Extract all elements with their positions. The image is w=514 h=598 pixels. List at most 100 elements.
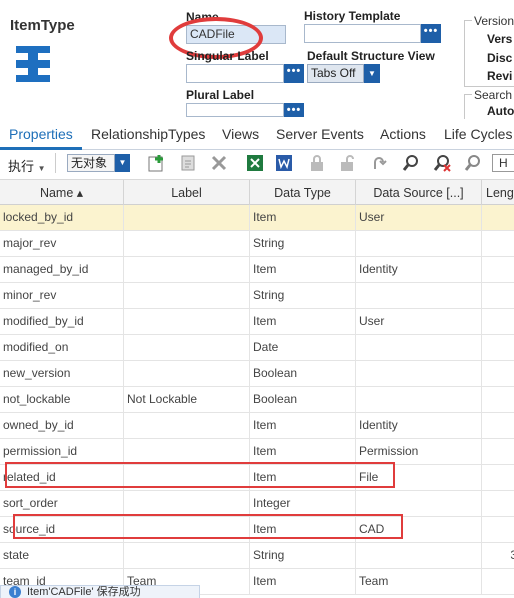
- tab-relationship-types[interactable]: RelationshipTypes: [91, 119, 205, 150]
- history-template-ellipsis-button[interactable]: •••: [421, 24, 441, 43]
- table-row[interactable]: owned_by_id Item Identity: [0, 413, 514, 439]
- add-icon[interactable]: [147, 153, 167, 173]
- cell-name[interactable]: locked_by_id: [0, 205, 124, 231]
- cell-data-source[interactable]: [356, 231, 482, 257]
- column-header-label[interactable]: Label: [124, 180, 250, 206]
- table-row[interactable]: major_rev String: [0, 231, 514, 257]
- cell-data-source[interactable]: [356, 543, 482, 569]
- cell-data-type[interactable]: Boolean: [250, 387, 356, 413]
- cell-length[interactable]: [482, 387, 514, 413]
- tab-server-events[interactable]: Server Events: [276, 119, 364, 150]
- table-row[interactable]: minor_rev String: [0, 283, 514, 309]
- cell-data-type[interactable]: String: [250, 543, 356, 569]
- tab-views[interactable]: Views: [222, 119, 259, 150]
- table-row[interactable]: modified_by_id Item User: [0, 309, 514, 335]
- cell-data-type[interactable]: Item: [250, 569, 356, 595]
- cell-data-type[interactable]: String: [250, 231, 356, 257]
- cell-name[interactable]: managed_by_id: [0, 257, 124, 283]
- cell-name[interactable]: modified_on: [0, 335, 124, 361]
- cell-label[interactable]: [124, 361, 250, 387]
- cell-data-source[interactable]: [356, 335, 482, 361]
- cell-label[interactable]: [124, 231, 250, 257]
- singular-label-field[interactable]: [186, 64, 284, 83]
- cell-data-source[interactable]: Identity: [356, 257, 482, 283]
- cell-name[interactable]: modified_by_id: [0, 309, 124, 335]
- cell-length[interactable]: [482, 309, 514, 335]
- column-header-data-type[interactable]: Data Type: [250, 180, 356, 206]
- table-row[interactable]: modified_on Date: [0, 335, 514, 361]
- auto-search-option[interactable]: Auto: [487, 104, 514, 118]
- cell-label[interactable]: [124, 283, 250, 309]
- table-row[interactable]: new_version Boolean: [0, 361, 514, 387]
- cell-data-source[interactable]: User: [356, 309, 482, 335]
- table-row[interactable]: locked_by_id Item User: [0, 205, 514, 231]
- object-select[interactable]: 无对象: [67, 154, 115, 172]
- execute-menu[interactable]: 执行 ▼: [8, 156, 46, 175]
- cell-data-type[interactable]: String: [250, 283, 356, 309]
- cell-data-type[interactable]: Date: [250, 335, 356, 361]
- cell-length[interactable]: 3: [482, 543, 514, 569]
- cell-length[interactable]: [482, 361, 514, 387]
- cell-data-type[interactable]: Item: [250, 257, 356, 283]
- cell-length[interactable]: [482, 231, 514, 257]
- table-row[interactable]: managed_by_id Item Identity: [0, 257, 514, 283]
- cell-length[interactable]: [482, 335, 514, 361]
- find-icon[interactable]: [401, 153, 421, 173]
- cell-name[interactable]: state: [0, 543, 124, 569]
- search-item-icon[interactable]: [179, 153, 199, 173]
- search-settings-icon[interactable]: [463, 153, 483, 173]
- table-row[interactable]: not_lockable Not Lockable Boolean: [0, 387, 514, 413]
- cell-data-type[interactable]: Item: [250, 309, 356, 335]
- cell-label[interactable]: [124, 413, 250, 439]
- cell-data-type[interactable]: Boolean: [250, 361, 356, 387]
- unlock-icon[interactable]: [337, 153, 357, 173]
- cell-length[interactable]: [482, 257, 514, 283]
- lock-icon[interactable]: [307, 153, 327, 173]
- cell-data-source[interactable]: User: [356, 205, 482, 231]
- cell-data-type[interactable]: Item: [250, 413, 356, 439]
- discover-option[interactable]: Disc: [487, 51, 512, 65]
- clear-search-icon[interactable]: [432, 153, 452, 173]
- cell-label[interactable]: [124, 309, 250, 335]
- cell-length[interactable]: [482, 569, 514, 595]
- table-row[interactable]: state String 3: [0, 543, 514, 569]
- cell-length[interactable]: [482, 283, 514, 309]
- plural-label-field[interactable]: [186, 103, 284, 117]
- excel-icon[interactable]: [245, 153, 265, 173]
- cell-length[interactable]: [482, 517, 514, 543]
- default-structure-view-select[interactable]: Tabs Off: [307, 64, 364, 83]
- redo-icon[interactable]: [370, 153, 390, 173]
- cell-name[interactable]: major_rev: [0, 231, 124, 257]
- column-header-length[interactable]: Lengt: [482, 180, 514, 206]
- cell-data-source[interactable]: Team: [356, 569, 482, 595]
- cell-length[interactable]: [482, 491, 514, 517]
- delete-icon[interactable]: [209, 153, 229, 173]
- singular-label-ellipsis-button[interactable]: •••: [284, 64, 304, 83]
- word-icon[interactable]: [274, 153, 294, 173]
- chevron-down-icon[interactable]: ▼: [364, 64, 380, 83]
- tab-life-cycles[interactable]: Life Cycles: [444, 119, 512, 150]
- cell-length[interactable]: [482, 439, 514, 465]
- cell-data-source[interactable]: Identity: [356, 413, 482, 439]
- cell-length[interactable]: [482, 205, 514, 231]
- column-header-data-source[interactable]: Data Source [...]: [356, 180, 482, 206]
- version-option[interactable]: Vers: [487, 32, 512, 46]
- tab-properties[interactable]: Properties: [0, 119, 82, 150]
- cell-data-source[interactable]: [356, 361, 482, 387]
- cell-name[interactable]: not_lockable: [0, 387, 124, 413]
- column-header-name[interactable]: Name ▴: [0, 180, 124, 206]
- cell-data-source[interactable]: [356, 387, 482, 413]
- cell-label[interactable]: Not Lockable: [124, 387, 250, 413]
- plural-label-ellipsis-button[interactable]: •••: [284, 103, 304, 117]
- chevron-down-icon[interactable]: ▼: [115, 154, 130, 172]
- revision-option[interactable]: Revi: [487, 69, 512, 83]
- cell-data-type[interactable]: Item: [250, 205, 356, 231]
- cell-name[interactable]: new_version: [0, 361, 124, 387]
- cell-name[interactable]: minor_rev: [0, 283, 124, 309]
- cell-length[interactable]: [482, 413, 514, 439]
- cell-label[interactable]: [124, 335, 250, 361]
- cell-label[interactable]: [124, 205, 250, 231]
- history-template-field[interactable]: [304, 24, 421, 43]
- cell-length[interactable]: [482, 465, 514, 491]
- cell-label[interactable]: [124, 257, 250, 283]
